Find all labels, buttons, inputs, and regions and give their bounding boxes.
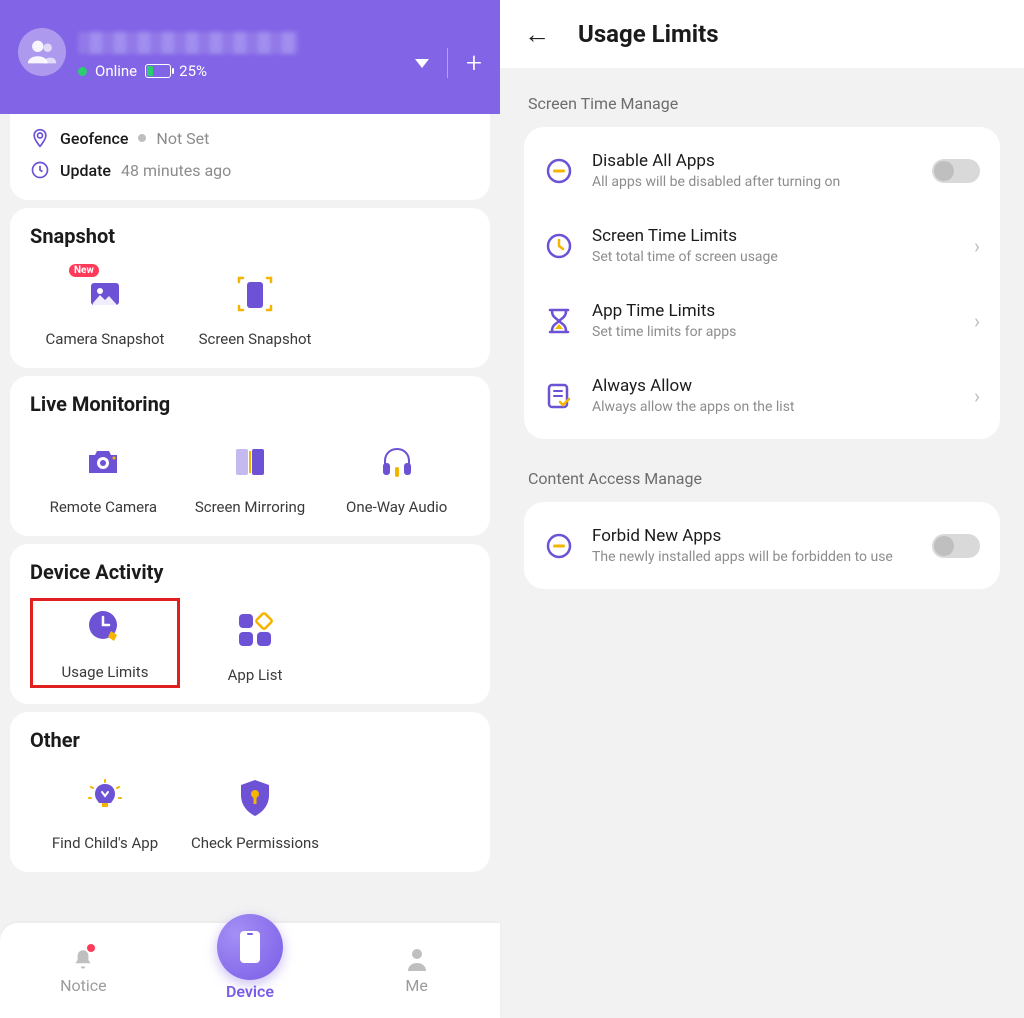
camera-icon	[83, 445, 123, 479]
usage-limits-screen: ← Usage Limits Screen Time Manage Disabl…	[500, 0, 1024, 1018]
remote-camera-button[interactable]: Remote Camera	[30, 434, 177, 516]
device-header: Online 25% +	[0, 0, 500, 114]
online-dot-icon	[78, 67, 87, 76]
always-allow-sub: Always allow the apps on the list	[592, 399, 974, 415]
activity-title: Device Activity	[30, 560, 470, 584]
screen-snapshot-label: Screen Snapshot	[180, 330, 330, 348]
clock-icon	[30, 160, 50, 180]
app-list-icon	[237, 612, 273, 648]
geofence-label: Geofence	[60, 129, 128, 148]
device-screen: Online 25% + Geofence Not Set Update 48 …	[0, 0, 500, 1018]
page-title: Usage Limits	[578, 20, 719, 48]
screen-time-sub: Set total time of screen usage	[592, 249, 974, 265]
snapshot-title: Snapshot	[30, 224, 470, 248]
one-way-audio-button[interactable]: One-Way Audio	[323, 434, 470, 516]
shield-icon	[237, 778, 273, 818]
photo-icon	[85, 277, 125, 311]
disable-icon	[544, 156, 574, 186]
screen-mirroring-button[interactable]: Screen Mirroring	[177, 434, 324, 516]
nav-device-label: Device	[185, 982, 315, 1001]
content-access-card: Forbid New Apps The newly installed apps…	[524, 502, 1000, 589]
add-child-button[interactable]: +	[466, 49, 482, 77]
nav-me-label: Me	[352, 976, 482, 995]
hourglass-icon	[544, 306, 574, 336]
geofence-icon	[30, 128, 50, 148]
forbid-icon	[544, 531, 574, 561]
list-check-icon	[544, 381, 574, 411]
device-activity-card: Device Activity Usage Limits	[10, 544, 490, 704]
geofence-status: Not Set	[156, 129, 209, 148]
child-switch-dropdown[interactable]	[415, 59, 429, 68]
live-title: Live Monitoring	[30, 392, 470, 416]
other-card: Other Find Child's App	[10, 712, 490, 872]
always-allow-row[interactable]: Always Allow Always allow the apps on th…	[524, 358, 1000, 433]
nav-me[interactable]: Me	[352, 946, 482, 995]
avatar[interactable]	[18, 28, 66, 76]
app-time-title: App Time Limits	[592, 301, 974, 321]
disable-all-toggle[interactable]	[932, 159, 980, 183]
update-label: Update	[60, 161, 111, 180]
status-card: Geofence Not Set Update 48 minutes ago	[10, 114, 490, 200]
forbid-new-apps-row[interactable]: Forbid New Apps The newly installed apps…	[524, 508, 1000, 583]
app-time-sub: Set time limits for apps	[592, 324, 974, 340]
app-list-label: App List	[180, 666, 330, 684]
usage-limits-icon	[85, 607, 125, 647]
disable-all-title: Disable All Apps	[592, 151, 932, 171]
find-child-label: Find Child's App	[30, 834, 180, 852]
chevron-right-icon: ›	[974, 309, 980, 333]
screen-time-title: Screen Time Limits	[592, 226, 974, 246]
update-value: 48 minutes ago	[121, 161, 231, 180]
person-icon	[405, 947, 429, 973]
screen-mirroring-label: Screen Mirroring	[177, 498, 324, 516]
battery-icon	[145, 64, 171, 78]
child-name-blurred	[78, 32, 298, 54]
online-status: Online	[95, 62, 137, 80]
bulb-icon	[85, 778, 125, 818]
chevron-right-icon: ›	[974, 384, 980, 408]
battery-level: 25%	[179, 62, 207, 80]
other-title: Other	[30, 728, 470, 752]
screen-snapshot-button[interactable]: Screen Snapshot	[180, 266, 330, 348]
nav-notice-label: Notice	[18, 976, 148, 995]
back-button[interactable]: ←	[524, 19, 550, 50]
disable-all-sub: All apps will be disabled after turning …	[592, 174, 932, 190]
always-allow-title: Always Allow	[592, 376, 974, 396]
nav-notice[interactable]: Notice	[18, 946, 148, 995]
headphone-icon	[377, 443, 417, 481]
snapshot-card: Snapshot New Camera Snapshot	[10, 208, 490, 368]
phone-icon	[238, 929, 262, 965]
divider	[447, 48, 448, 78]
camera-snapshot-label: Camera Snapshot	[30, 330, 180, 348]
app-time-limits-row[interactable]: App Time Limits Set time limits for apps…	[524, 283, 1000, 358]
forbid-new-title: Forbid New Apps	[592, 526, 932, 546]
mirror-icon	[230, 445, 270, 479]
section-content-access: Content Access Manage	[528, 469, 1000, 488]
camera-snapshot-button[interactable]: New Camera Snapshot	[30, 266, 180, 348]
live-monitoring-card: Live Monitoring Remote Camera	[10, 376, 490, 536]
forbid-new-sub: The newly installed apps will be forbidd…	[592, 549, 932, 565]
find-child-app-button[interactable]: Find Child's App	[30, 770, 180, 852]
app-list-button[interactable]: App List	[180, 602, 330, 684]
screen-time-card: Disable All Apps All apps will be disabl…	[524, 127, 1000, 439]
screen-time-limits-row[interactable]: Screen Time Limits Set total time of scr…	[524, 208, 1000, 283]
one-way-audio-label: One-Way Audio	[323, 498, 470, 516]
usage-limits-button[interactable]: Usage Limits	[30, 598, 180, 688]
disable-all-apps-row[interactable]: Disable All Apps All apps will be disabl…	[524, 133, 1000, 208]
forbid-new-toggle[interactable]	[932, 534, 980, 558]
clock-limit-icon	[544, 231, 574, 261]
screen-snapshot-icon	[235, 274, 275, 314]
usage-limits-header: ← Usage Limits	[500, 0, 1024, 68]
check-permissions-label: Check Permissions	[180, 834, 330, 852]
bottom-nav: Notice Device Me	[0, 923, 500, 1018]
new-badge: New	[69, 264, 99, 277]
nav-device[interactable]: Device	[185, 940, 315, 1001]
chevron-right-icon: ›	[974, 234, 980, 258]
remote-camera-label: Remote Camera	[30, 498, 177, 516]
usage-limits-label: Usage Limits	[33, 663, 177, 681]
dot-icon	[138, 134, 146, 142]
section-screen-time: Screen Time Manage	[528, 94, 1000, 113]
check-permissions-button[interactable]: Check Permissions	[180, 770, 330, 852]
